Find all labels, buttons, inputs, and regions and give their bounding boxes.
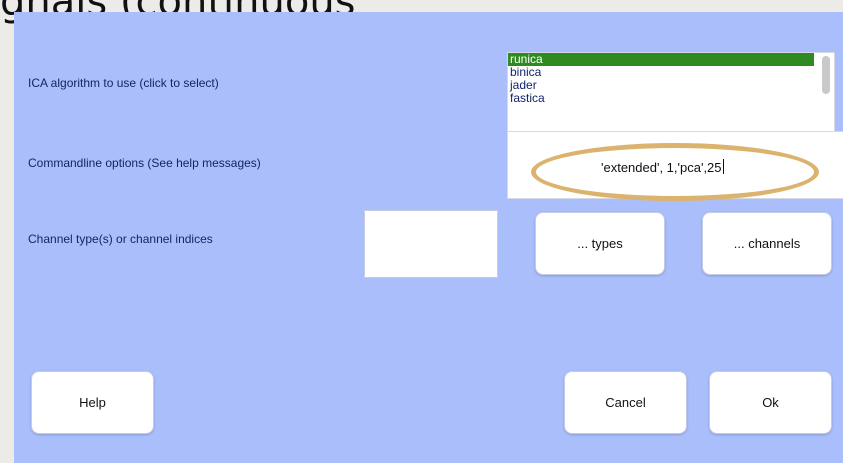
ica-algorithm-label: ICA algorithm to use (click to select) [28, 76, 219, 90]
algorithm-option-jader[interactable]: jader [508, 79, 814, 92]
algorithm-option-runica[interactable]: runica [508, 53, 814, 66]
listbox-scrollbar[interactable] [822, 56, 830, 94]
cancel-button[interactable]: Cancel [564, 371, 687, 434]
algorithm-option-binica[interactable]: binica [508, 66, 814, 79]
text-caret [722, 159, 724, 174]
ok-button[interactable]: Ok [709, 371, 832, 434]
channels-button[interactable]: ... channels [702, 212, 832, 275]
types-button[interactable]: ... types [535, 212, 665, 275]
ica-options-dialog: ICA algorithm to use (click to select) r… [14, 12, 843, 463]
commandline-options-input[interactable]: 'extended', 1,'pca',25 [507, 131, 843, 199]
channel-types-label: Channel type(s) or channel indices [28, 232, 213, 246]
channel-indices-input[interactable] [364, 210, 498, 278]
help-button[interactable]: Help [31, 371, 154, 434]
commandline-options-label: Commandline options (See help messages) [28, 156, 261, 170]
commandline-options-value: 'extended', 1,'pca',25 [601, 159, 724, 175]
ica-algorithm-listbox[interactable]: runica binica jader fastica [507, 52, 835, 132]
algorithm-option-fastica[interactable]: fastica [508, 92, 814, 105]
